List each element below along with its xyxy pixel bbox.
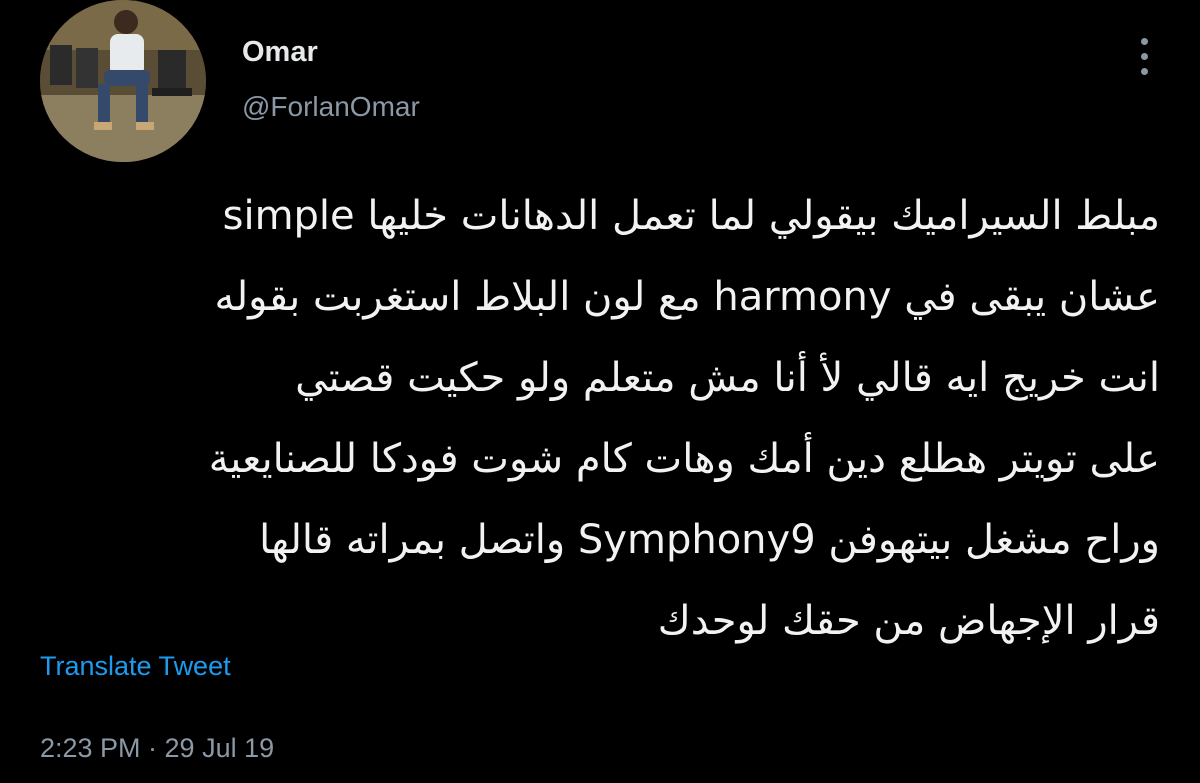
- author-handle[interactable]: @ForlanOmar: [242, 91, 420, 123]
- profile-photo: [40, 0, 206, 162]
- tweet-line: انت خريج ايه قالي لأ أنا مش متعلم ولو حك…: [295, 355, 1160, 401]
- tweet-line: على تويتر هطلع دين أمك وهات كام شوت فودك…: [208, 436, 1160, 482]
- tweet-line: مبلط السيراميك بيقولي لما تعمل الدهانات …: [222, 193, 1160, 239]
- tweet-timestamp[interactable]: 2:23 PM · 29 Jul 19: [40, 733, 274, 764]
- tweet-line: قرار الإجهاض من حقك لوحدك: [657, 598, 1160, 644]
- tweet-text: مبلط السيراميك بيقولي لما تعمل الدهانات …: [40, 176, 1160, 662]
- avatar[interactable]: [40, 0, 206, 162]
- translate-tweet-link[interactable]: Translate Tweet: [40, 651, 231, 682]
- author-display-name[interactable]: Omar: [242, 36, 318, 69]
- more-options-icon[interactable]: [1138, 38, 1150, 90]
- tweet-line: عشان يبقى في harmony مع لون البلاط استغر…: [214, 274, 1160, 320]
- tweet-line: وراح مشغل بيتهوفن Symphony9 واتصل بمراته…: [259, 517, 1160, 563]
